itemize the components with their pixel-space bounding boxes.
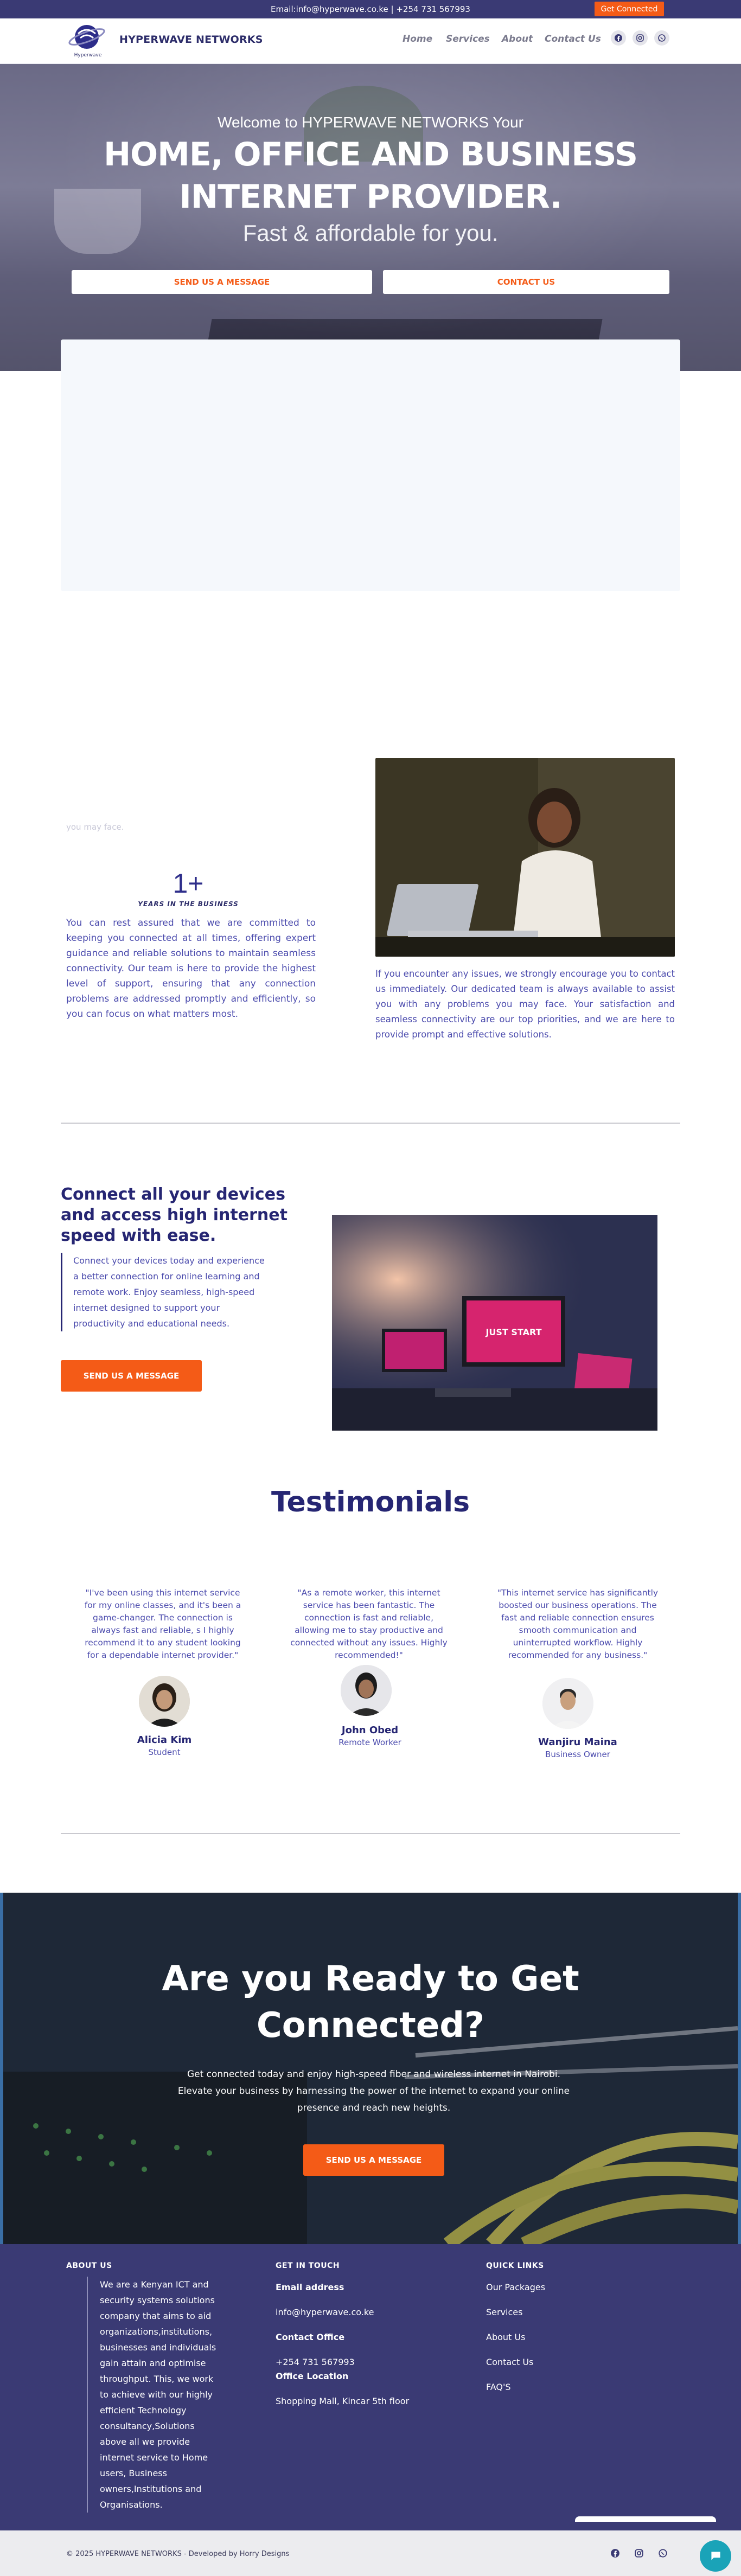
footer-about-text: We are a Kenyan ICT and security systems…	[87, 2277, 222, 2513]
facebook-icon[interactable]	[611, 30, 626, 46]
site-footer: ABOUT US We are a Kenyan ICT and securit…	[0, 2244, 741, 2530]
chat-icon[interactable]	[700, 2540, 731, 2572]
footer-link-contact[interactable]: Contact Us	[486, 2357, 533, 2367]
hero-welcome: Welcome to HYPERWAVE NETWORKS Your	[218, 114, 523, 131]
testimonial-name-3: Wanjiru Maina	[538, 1736, 617, 1748]
cta-title: Are you Ready to Get Connected?	[3, 1956, 738, 2049]
nav-services[interactable]: Services	[446, 34, 490, 44]
years-label: YEARS IN THE BUSINESS	[138, 900, 239, 908]
cta-text: Get connected today and enjoy high-speed…	[177, 2069, 570, 2113]
testimonial-card-3: "This internet service has significantly…	[496, 1587, 659, 1662]
hero-send-message-button[interactable]: SEND US A MESSAGE	[72, 270, 372, 294]
footer-email[interactable]: info@hyperwave.co.ke	[276, 2307, 374, 2317]
brand-name[interactable]: HYPERWAVE NETWORKS	[119, 34, 263, 46]
get-connected-button[interactable]: Get Connected	[595, 2, 664, 16]
testimonial-name-1: Alicia Kim	[137, 1734, 192, 1746]
footer-location-label: Office Location	[276, 2371, 349, 2381]
footer-touch-heading: GET IN TOUCH	[276, 2261, 340, 2270]
footer-link-packages[interactable]: Our Packages	[486, 2282, 545, 2292]
footer-bottom-bar: © 2025 HYPERWAVE NETWORKS - Developed by…	[0, 2530, 741, 2576]
testimonial-quote: "This internet service has significantly…	[497, 1588, 659, 1660]
desk-setup-image: JUST START	[332, 1215, 657, 1431]
nav-contact-us[interactable]: Contact Us	[545, 34, 601, 44]
testimonial-card-2: "As a remote worker, this internet servi…	[288, 1587, 450, 1662]
faded-text: you may face.	[66, 822, 124, 832]
footer-location: Shopping Mall, Kincar 5th floor	[276, 2396, 410, 2406]
whatsapp-icon[interactable]	[655, 2546, 670, 2561]
support-agent-image	[375, 758, 675, 957]
section-divider	[61, 1123, 680, 1124]
facebook-icon[interactable]	[608, 2546, 623, 2561]
support-paragraph: If you encounter any issues, we strongly…	[375, 969, 675, 1040]
instagram-icon[interactable]	[633, 30, 648, 46]
testimonials-title: Testimonials	[271, 1486, 470, 1518]
copyright-text: © 2025 HYPERWAVE NETWORKS - Developed by…	[66, 2550, 290, 2558]
site-header: Hyperwave HYPERWAVE NETWORKS Home Servic…	[0, 18, 741, 64]
footer-phone[interactable]: +254 731 567993	[276, 2357, 355, 2367]
section-divider	[61, 1833, 680, 1834]
avatar-alicia	[139, 1676, 190, 1727]
footer-links-heading: QUICK LINKS	[486, 2261, 544, 2270]
hero-headline: HOME, OFFICE AND BUSINESS INTERNET PROVI…	[0, 133, 741, 218]
testimonial-role-1: Student	[148, 1747, 181, 1757]
commitment-paragraph: You can rest assured that we are committ…	[66, 918, 316, 1020]
footer-office-label: Contact Office	[276, 2332, 345, 2342]
hero-tagline: Fast & affordable for you.	[242, 220, 499, 246]
testimonial-name-2: John Obed	[341, 1725, 399, 1736]
testimonial-quote: "As a remote worker, this internet servi…	[290, 1588, 448, 1660]
hero-headline-line-2: INTERNET PROVIDER.	[179, 178, 563, 216]
content-placeholder-box	[61, 339, 680, 591]
testimonial-role-3: Business Owner	[545, 1750, 610, 1759]
instagram-icon[interactable]	[631, 2546, 647, 2561]
avatar-john	[341, 1665, 392, 1716]
footer-email-label: Email address	[276, 2282, 344, 2292]
hero-section: Welcome to HYPERWAVE NETWORKS Your HOME,…	[0, 64, 741, 371]
testimonial-card-1: "I've been using this internet service f…	[81, 1587, 244, 1662]
nav-home[interactable]: Home	[403, 34, 432, 44]
footer-link-faqs[interactable]: FAQ'S	[486, 2382, 511, 2392]
years-in-business: 1+ YEARS IN THE BUSINESS	[61, 868, 316, 908]
avatar-wanjiru	[542, 1678, 593, 1729]
testimonial-role-2: Remote Worker	[338, 1738, 401, 1747]
footer-link-about[interactable]: About Us	[486, 2332, 525, 2342]
whatsapp-icon[interactable]	[654, 30, 669, 46]
connect-title: Connect all your devices and access high…	[61, 1185, 288, 1245]
testimonial-quote: "I've been using this internet service f…	[84, 1588, 241, 1660]
cta-title-line-2: Connected?	[256, 2005, 485, 2046]
connect-send-message-button[interactable]: SEND US A MESSAGE	[61, 1360, 202, 1392]
hero-headline-line-1: HOME, OFFICE AND BUSINESS	[103, 136, 638, 174]
hero-contact-button[interactable]: CONTACT US	[383, 270, 669, 294]
years-number: 1+	[173, 868, 204, 899]
cta-send-message-button[interactable]: SEND US A MESSAGE	[303, 2144, 444, 2176]
chat-widget-card	[575, 2516, 716, 2522]
top-bar: Email:info@hyperwave.co.ke | +254 731 56…	[0, 0, 741, 18]
footer-link-services[interactable]: Services	[486, 2307, 522, 2317]
footer-about-heading: ABOUT US	[66, 2261, 112, 2270]
site-logo[interactable]: Hyperwave	[66, 21, 110, 60]
connect-text: Connect your devices today and experienc…	[61, 1253, 267, 1331]
logo-wordmark: Hyperwave	[74, 53, 102, 58]
cta-section: Are you Ready to Get Connected? Get conn…	[0, 1893, 741, 2244]
screen-text: JUST START	[485, 1327, 541, 1337]
cta-title-line-1: Are you Ready to Get	[162, 1959, 579, 1999]
nav-about[interactable]: About	[502, 34, 533, 44]
